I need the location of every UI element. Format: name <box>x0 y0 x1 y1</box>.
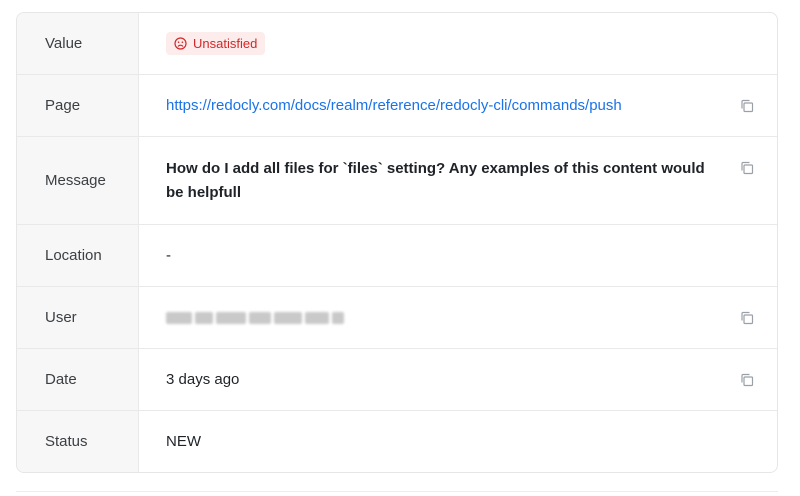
row-status-cell: NEW <box>139 411 777 472</box>
row-status: Status NEW <box>17 411 777 472</box>
row-label-location: Location <box>17 225 139 286</box>
row-label-user: User <box>17 287 139 348</box>
row-label-date: Date <box>17 349 139 410</box>
row-date: Date 3 days ago <box>17 349 777 411</box>
page-link[interactable]: https://redocly.com/docs/realm/reference… <box>166 97 622 114</box>
row-label-status: Status <box>17 411 139 472</box>
row-value-cell: Unsatisfied <box>139 13 777 74</box>
copy-icon[interactable] <box>739 98 755 114</box>
row-message-cell: How do I add all files for `files` setti… <box>139 137 777 224</box>
row-user-cell <box>139 287 777 348</box>
date-text: 3 days ago <box>166 371 240 388</box>
row-label-page: Page <box>17 75 139 136</box>
row-page: Page https://redocly.com/docs/realm/refe… <box>17 75 777 137</box>
badge-label: Unsatisfied <box>193 36 258 51</box>
redacted-user <box>166 311 725 324</box>
row-message: Message How do I add all files for `file… <box>17 137 777 225</box>
sad-face-icon <box>174 37 187 50</box>
row-location-cell: - <box>139 225 777 286</box>
row-label-value: Value <box>17 13 139 74</box>
feedback-details-table: Value Unsatisfied Page https://redocly.c… <box>16 12 778 473</box>
message-text: How do I add all files for `files` setti… <box>166 159 705 201</box>
row-label-message: Message <box>17 137 139 224</box>
row-page-cell: https://redocly.com/docs/realm/reference… <box>139 75 777 136</box>
next-panel-edge <box>16 491 778 496</box>
location-text: - <box>166 247 171 264</box>
row-date-cell: 3 days ago <box>139 349 777 410</box>
row-value: Value Unsatisfied <box>17 13 777 75</box>
status-text: NEW <box>166 433 201 450</box>
copy-icon[interactable] <box>739 160 755 176</box>
row-user: User <box>17 287 777 349</box>
copy-icon[interactable] <box>739 310 755 326</box>
status-badge: Unsatisfied <box>166 32 266 55</box>
row-location: Location - <box>17 225 777 287</box>
copy-icon[interactable] <box>739 372 755 388</box>
